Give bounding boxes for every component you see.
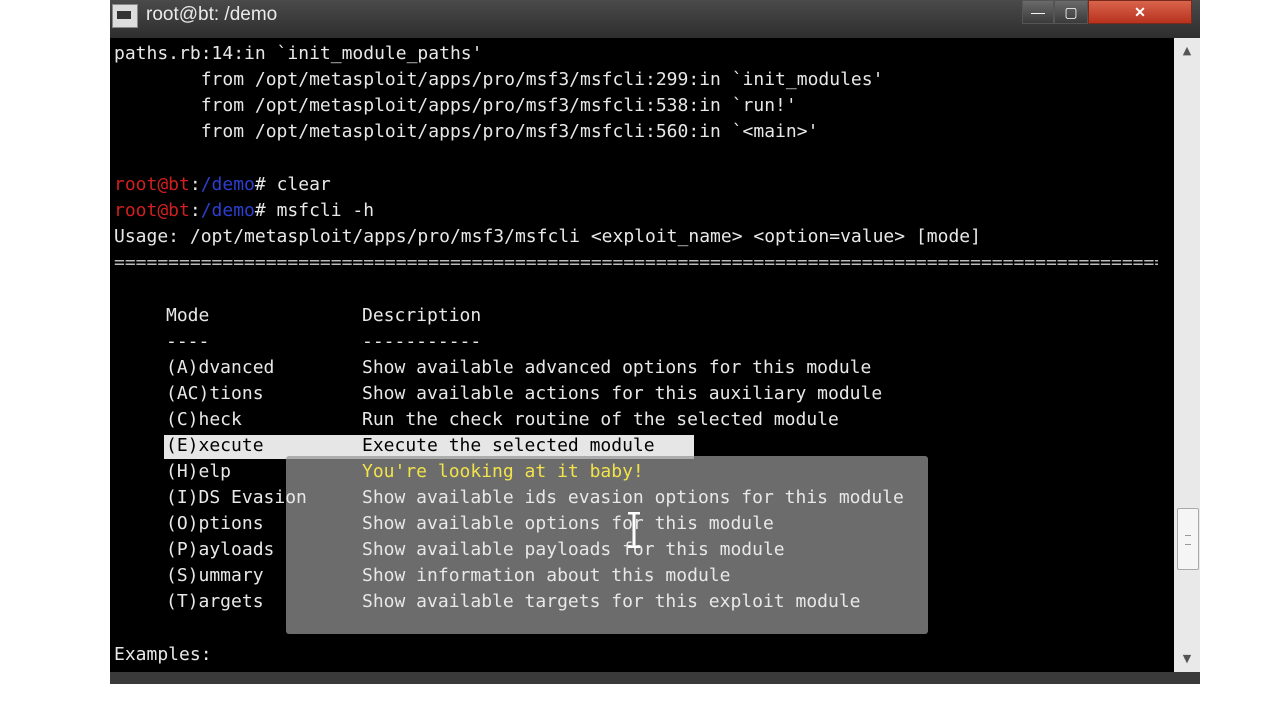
- mode-cell: (T)argets: [166, 591, 264, 612]
- mode-cell: (A)dvanced: [166, 357, 275, 378]
- prompt-user: root@bt: [114, 174, 190, 195]
- terminal-icon[interactable]: [112, 4, 138, 28]
- title-bar[interactable]: root@bt: /demo — ▢ ✕: [110, 0, 1200, 38]
- table-rule-description: -----------: [362, 331, 482, 352]
- command-text: clear: [276, 174, 331, 195]
- table-rule-mode: ----: [166, 331, 210, 352]
- scroll-thumb[interactable]: [1177, 508, 1199, 570]
- description-cell: Show available actions for this auxiliar…: [362, 383, 883, 404]
- trace-line: from /opt/metasploit/apps/pro/msf3/msfcl…: [114, 121, 819, 142]
- description-cell: Show available advanced options for this…: [362, 357, 872, 378]
- scroll-up-button[interactable]: ▲: [1174, 40, 1200, 60]
- mode-cell: (S)ummary: [166, 565, 264, 586]
- mode-cell: (H)elp: [166, 461, 232, 482]
- trace-line: paths.rb:14:in `init_module_paths': [114, 43, 483, 64]
- close-button[interactable]: ✕: [1088, 0, 1192, 24]
- text-cursor-icon: [628, 512, 640, 548]
- prompt-line: root@bt:/demo# clear: [114, 172, 331, 198]
- vertical-scrollbar[interactable]: ▲ ▼: [1174, 38, 1200, 672]
- grip-icon: [1185, 535, 1191, 545]
- prompt-line: root@bt:/demo# msfcli -h: [114, 198, 374, 224]
- description-cell: You're looking at it baby!: [362, 461, 644, 482]
- prompt-hash: #: [254, 200, 277, 221]
- window-bottom-border: [110, 672, 1200, 684]
- description-cell: Show available ids evasion options for t…: [362, 487, 904, 508]
- terminal-window: root@bt: /demo — ▢ ✕ paths.rb:14:in `ini…: [110, 0, 1200, 684]
- table-header-mode: Mode: [166, 305, 210, 326]
- description-cell: Show available payloads for this module: [362, 539, 785, 560]
- mode-cell: (E)xecute: [166, 435, 264, 456]
- chevron-up-icon: ▲: [1182, 43, 1192, 57]
- description-cell: Run the check routine of the selected mo…: [362, 409, 839, 430]
- window-title: root@bt: /demo: [146, 4, 278, 25]
- minimize-icon: —: [1031, 4, 1045, 20]
- prompt-user: root@bt: [114, 200, 190, 221]
- description-cell: Show available options for this module: [362, 513, 774, 534]
- mode-cell: (C)heck: [166, 409, 242, 430]
- prompt-colon: :: [189, 200, 201, 221]
- scroll-down-button[interactable]: ▼: [1174, 648, 1200, 668]
- prompt-hash: #: [254, 174, 277, 195]
- trace-line: from /opt/metasploit/apps/pro/msf3/msfcl…: [114, 69, 884, 90]
- maximize-icon: ▢: [1064, 3, 1078, 20]
- mode-cell: (I)DS Evasion: [166, 487, 307, 508]
- prompt-path: /demo: [200, 200, 255, 221]
- mode-cell: (O)ptions: [166, 513, 264, 534]
- mode-cell: (AC)tions: [166, 383, 264, 404]
- close-icon: ✕: [1134, 3, 1146, 20]
- table-header-description: Description: [362, 305, 482, 326]
- minimize-button[interactable]: —: [1022, 0, 1054, 24]
- separator-line: ========================================…: [114, 252, 1158, 273]
- examples-label: Examples:: [114, 644, 212, 665]
- terminal-output[interactable]: paths.rb:14:in `init_module_paths' from …: [110, 38, 1174, 672]
- chevron-down-icon: ▼: [1182, 651, 1192, 665]
- trace-line: from /opt/metasploit/apps/pro/msf3/msfcl…: [114, 95, 797, 116]
- mode-cell: (P)ayloads: [166, 539, 275, 560]
- maximize-button[interactable]: ▢: [1054, 0, 1088, 24]
- description-cell: Show information about this module: [362, 565, 731, 586]
- prompt-colon: :: [189, 174, 201, 195]
- command-text: msfcli -h: [276, 200, 375, 221]
- description-cell: Show available targets for this exploit …: [362, 591, 861, 612]
- usage-line: Usage: /opt/metasploit/apps/pro/msf3/msf…: [114, 226, 981, 247]
- prompt-path: /demo: [200, 174, 255, 195]
